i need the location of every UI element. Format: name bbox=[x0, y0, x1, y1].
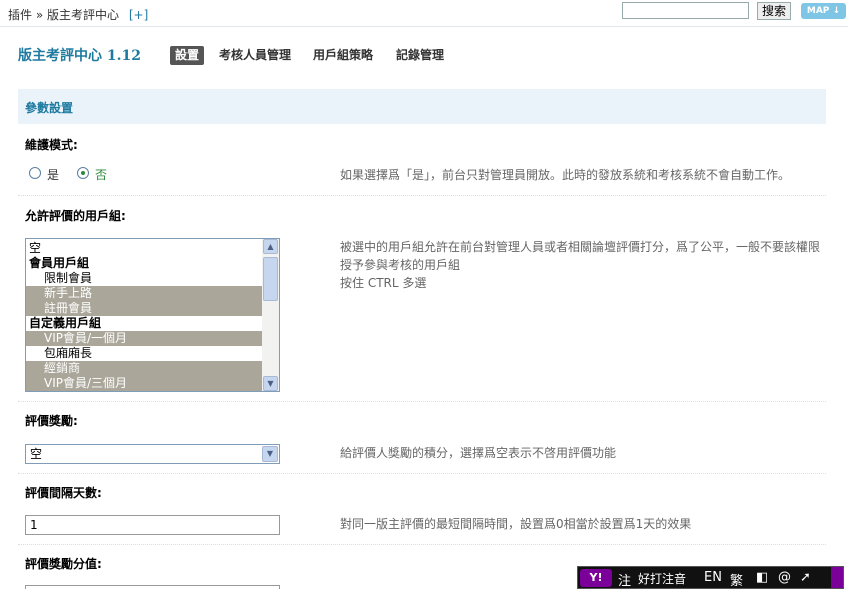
top-bar: 插件 » 版主考評中心 [+] 搜索 MAP ↓ bbox=[0, 0, 848, 27]
breadcrumb-current[interactable]: 版主考評中心 bbox=[47, 8, 119, 22]
listbox-option-selected[interactable]: 註冊會員 bbox=[26, 301, 262, 316]
allowed-groups-desc-line3: 按住 CTRL 多選 bbox=[340, 276, 427, 290]
listbox-option-selected[interactable]: 新手上路 bbox=[26, 286, 262, 301]
tab-group-policy[interactable]: 用戶組策略 bbox=[313, 46, 373, 65]
maintenance-label: 維護模式: bbox=[25, 138, 78, 152]
allowed-groups-desc-line1: 被選中的用戶組允許在前台對管理人員或者相關論壇評價打分，爲了公平，一般不要該權限 bbox=[340, 240, 821, 254]
chevron-down-icon[interactable]: ▼ bbox=[262, 446, 278, 462]
scroll-up-icon[interactable]: ▲ bbox=[263, 239, 278, 254]
interval-label: 評價間隔天數: bbox=[25, 486, 102, 500]
at-icon[interactable]: @ bbox=[778, 570, 791, 585]
ime-minimize-handle[interactable] bbox=[831, 567, 843, 588]
reward-description: 給評價人獎勵的積分，選擇爲空表示不啓用評價功能 bbox=[340, 446, 617, 460]
divider bbox=[18, 473, 826, 474]
breadcrumb-plugin-link[interactable]: 插件 bbox=[8, 8, 32, 22]
listbox-group-header: 會員用戶組 bbox=[29, 256, 90, 270]
arrow-down-icon: ↓ bbox=[832, 6, 841, 16]
ime-script-button[interactable]: 繁 bbox=[730, 570, 743, 589]
ime-note-button[interactable]: 注 bbox=[618, 570, 631, 589]
add-shortcut-link[interactable]: [+] bbox=[129, 8, 148, 22]
search-input[interactable] bbox=[622, 2, 749, 19]
interval-description: 對同一版主評價的最短間隔時間，設置爲0相當於設置爲1天的效果 bbox=[340, 517, 692, 531]
reward-points-input[interactable] bbox=[25, 585, 280, 589]
tab-settings[interactable]: 設置 bbox=[170, 46, 205, 65]
scroll-thumb[interactable] bbox=[263, 257, 278, 301]
map-button-label: MAP bbox=[806, 6, 830, 16]
listbox-group-header: 自定義用戶組 bbox=[29, 316, 102, 330]
map-button[interactable]: MAP ↓ bbox=[801, 3, 846, 19]
reward-select[interactable]: 空 ▼ bbox=[25, 444, 280, 464]
interval-input[interactable]: 1 bbox=[25, 515, 280, 535]
reward-points-label: 評價獎勵分值: bbox=[25, 557, 102, 571]
divider bbox=[18, 195, 826, 196]
section-header: 參數設置 bbox=[18, 89, 826, 124]
listbox-scrollbar[interactable]: ▲ ▼ bbox=[262, 239, 279, 391]
breadcrumb-separator: » bbox=[35, 8, 44, 22]
section-title: 參數設置 bbox=[25, 101, 74, 115]
reward-label: 評價獎勵: bbox=[25, 414, 78, 428]
listbox-option-selected[interactable]: VIP會員/一個月 bbox=[26, 331, 262, 346]
maintenance-description: 如果選擇爲「是」，前台只對管理員開放。此時的發放系統和考核系統不會自動工作。 bbox=[340, 168, 791, 182]
listbox-option[interactable]: 限制會員 bbox=[26, 271, 262, 286]
scroll-down-icon[interactable]: ▼ bbox=[263, 376, 278, 391]
tab-reviewer-management[interactable]: 考核人員管理 bbox=[219, 46, 291, 65]
allowed-groups-listbox[interactable]: 空 會員用戶組 限制會員 新手上路 註冊會員 自定義用戶組 VIP會員/一個月 … bbox=[25, 238, 280, 392]
tool-icon[interactable]: ➚ bbox=[800, 570, 811, 585]
reward-select-value: 空 bbox=[30, 447, 43, 461]
allowed-groups-desc-line2: 授予參與考核的用戶組 bbox=[340, 258, 461, 272]
ime-mode-label[interactable]: 好打注音 bbox=[638, 570, 686, 587]
listbox-option-selected[interactable]: VIP會員/三個月 bbox=[26, 376, 262, 391]
allowed-groups-description: 被選中的用戶組允許在前台對管理人員或者相關論壇評價打分，爲了公平，一般不要該權限… bbox=[340, 238, 820, 292]
listbox-option[interactable]: 空 bbox=[26, 241, 262, 256]
breadcrumb: 插件 » 版主考評中心 [+] bbox=[8, 6, 148, 23]
listbox-option-selected[interactable]: 經銷商 bbox=[26, 361, 262, 376]
maintenance-yes-label[interactable]: 是 bbox=[47, 166, 59, 183]
allowed-groups-label: 允許評價的用戶組: bbox=[25, 209, 126, 223]
divider bbox=[18, 544, 826, 545]
divider bbox=[18, 401, 826, 402]
yahoo-logo-icon[interactable]: Y! bbox=[580, 569, 612, 587]
ime-toolbar: Y! 注 好打注音 EN 繁 ◧ @ ➚ bbox=[577, 566, 844, 589]
maintenance-no-radio[interactable] bbox=[77, 167, 89, 179]
half-width-icon[interactable]: ◧ bbox=[756, 570, 768, 585]
maintenance-yes-radio[interactable] bbox=[29, 167, 41, 179]
app-title: 版主考評中心 1.12 bbox=[18, 48, 141, 64]
listbox-option[interactable]: 包廂廂長 bbox=[26, 346, 262, 361]
tab-record-management[interactable]: 記錄管理 bbox=[396, 46, 444, 65]
maintenance-no-label[interactable]: 否 bbox=[95, 166, 107, 183]
ime-language-button[interactable]: EN bbox=[704, 570, 722, 585]
search-button[interactable]: 搜索 bbox=[757, 2, 791, 20]
